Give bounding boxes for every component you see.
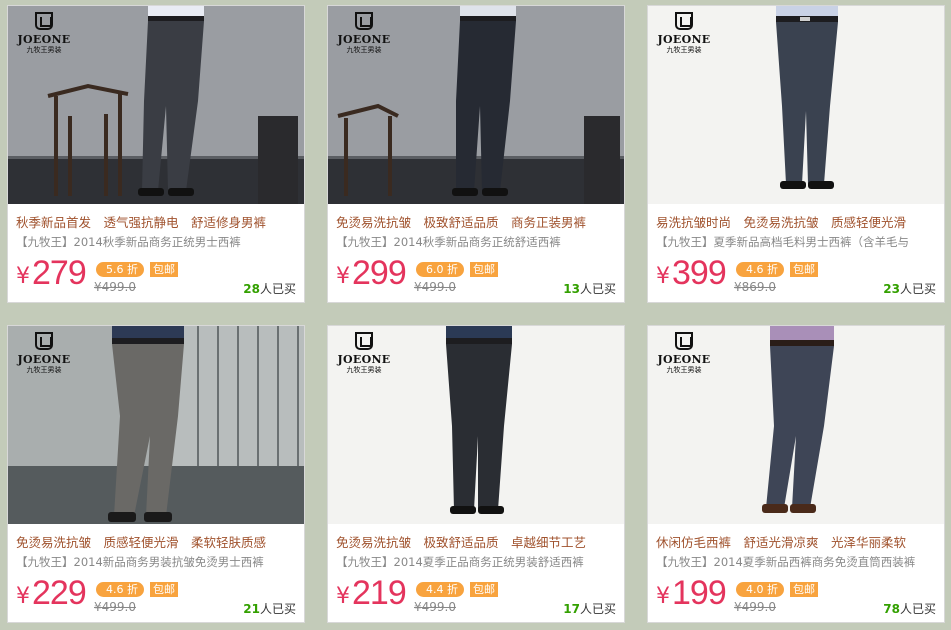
original-price: ¥499.0 xyxy=(414,600,456,614)
sold-count: 13 xyxy=(563,282,580,296)
product-photo[interactable]: JOEONE 九牧王男装 xyxy=(8,6,304,204)
brand-logo: JOEONE 九牧王男装 xyxy=(334,12,394,54)
brand-mark-icon xyxy=(35,332,53,350)
sold-info: 23人已买 xyxy=(883,280,936,297)
free-shipping-badge: 包邮 xyxy=(150,262,178,277)
product-photo[interactable]: JOEONE 九牧王男装 xyxy=(648,326,944,524)
product-price: 199 xyxy=(672,574,727,612)
product-photo[interactable]: JOEONE 九牧王男装 xyxy=(328,326,624,524)
original-price: ¥499.0 xyxy=(734,600,776,614)
brand-name: JOEONE xyxy=(657,33,711,46)
discount-badge: 4.4 折 xyxy=(416,582,464,597)
sold-suffix: 人已买 xyxy=(259,282,296,296)
free-shipping-badge: 包邮 xyxy=(470,262,498,277)
product-features[interactable]: 秋季新品首发 透气强抗静电 舒适修身男裤 xyxy=(16,212,300,231)
currency-symbol: ¥ xyxy=(16,264,30,289)
free-shipping-badge: 包邮 xyxy=(470,582,498,597)
brand-name: JOEONE xyxy=(337,33,391,46)
brand-name: JOEONE xyxy=(17,353,71,366)
product-card[interactable]: JOEONE 九牧王男装 休闲仿毛西裤 舒适光滑凉爽 光泽华丽柔软 【九牧王】2… xyxy=(647,325,945,623)
brand-sub: 九牧王男装 xyxy=(26,366,62,374)
sold-info: 13人已买 xyxy=(563,280,616,297)
product-card[interactable]: JOEONE 九牧王男装 免烫易洗抗皱 极致舒适品质 卓越细节工艺 【九牧王】2… xyxy=(327,325,625,623)
product-card[interactable]: JOEONE 九牧王男装 免烫易洗抗皱 极致舒适品质 商务正装男裤 【九牧王】2… xyxy=(327,5,625,303)
currency-symbol: ¥ xyxy=(656,264,670,289)
sold-count: 17 xyxy=(563,602,580,616)
brand-sub: 九牧王男装 xyxy=(666,366,702,374)
brand-mark-icon xyxy=(675,12,693,30)
sold-info: 78人已买 xyxy=(883,600,936,617)
brand-sub: 九牧王男装 xyxy=(346,366,382,374)
product-title[interactable]: 【九牧王】2014夏季正品商务正统男装舒适西裤 xyxy=(336,554,620,570)
product-price: 399 xyxy=(672,254,727,292)
original-price: ¥499.0 xyxy=(94,280,136,294)
discount-badge: 4.0 折 xyxy=(736,582,784,597)
brand-mark-icon xyxy=(355,332,373,350)
currency-symbol: ¥ xyxy=(336,584,350,609)
sold-info: 28人已买 xyxy=(243,280,296,297)
product-features[interactable]: 休闲仿毛西裤 舒适光滑凉爽 光泽华丽柔软 xyxy=(656,532,940,551)
discount-badge: 4.6 折 xyxy=(96,582,144,597)
brand-name: JOEONE xyxy=(337,353,391,366)
product-title[interactable]: 【九牧王】2014秋季新品商务正统男士西裤 xyxy=(16,234,300,250)
product-features[interactable]: 免烫易洗抗皱 极致舒适品质 卓越细节工艺 xyxy=(336,532,620,551)
product-features[interactable]: 免烫易洗抗皱 质感轻便光滑 柔软轻肤质感 xyxy=(16,532,300,551)
product-photo[interactable]: JOEONE 九牧王男装 xyxy=(648,6,944,204)
product-price: 229 xyxy=(32,574,87,612)
product-price: 299 xyxy=(352,254,407,292)
original-price: ¥499.0 xyxy=(414,280,456,294)
sold-info: 17人已买 xyxy=(563,600,616,617)
product-features[interactable]: 免烫易洗抗皱 极致舒适品质 商务正装男裤 xyxy=(336,212,620,231)
product-title[interactable]: 【九牧王】2014新品商务男装抗皱免烫男士西裤 xyxy=(16,554,300,570)
sold-suffix: 人已买 xyxy=(899,282,936,296)
product-title[interactable]: 【九牧王】夏季新品高档毛料男士西裤（含羊毛与 xyxy=(656,234,940,250)
brand-logo: JOEONE 九牧王男装 xyxy=(14,12,74,54)
brand-sub: 九牧王男装 xyxy=(346,46,382,54)
brand-sub: 九牧王男装 xyxy=(26,46,62,54)
sold-count: 28 xyxy=(243,282,260,296)
product-card[interactable]: JOEONE 九牧王男装 易洗抗皱时尚 免烫易洗抗皱 质感轻便光滑 【九牧王】夏… xyxy=(647,5,945,303)
free-shipping-badge: 包邮 xyxy=(790,582,818,597)
currency-symbol: ¥ xyxy=(336,264,350,289)
product-photo[interactable]: JOEONE 九牧王男装 xyxy=(328,6,624,204)
sold-info: 21人已买 xyxy=(243,600,296,617)
product-card[interactable]: JOEONE 九牧王男装 秋季新品首发 透气强抗静电 舒适修身男裤 【九牧王】2… xyxy=(7,5,305,303)
brand-mark-icon xyxy=(675,332,693,350)
discount-badge: 4.6 折 xyxy=(736,262,784,277)
brand-name: JOEONE xyxy=(17,33,71,46)
brand-logo: JOEONE 九牧王男装 xyxy=(654,332,714,374)
product-price: 219 xyxy=(352,574,407,612)
discount-badge: 5.6 折 xyxy=(96,262,144,277)
product-card[interactable]: JOEONE 九牧王男装 免烫易洗抗皱 质感轻便光滑 柔软轻肤质感 【九牧王】2… xyxy=(7,325,305,623)
brand-mark-icon xyxy=(35,12,53,30)
sold-count: 23 xyxy=(883,282,900,296)
sold-suffix: 人已买 xyxy=(899,602,936,616)
discount-badge: 6.0 折 xyxy=(416,262,464,277)
original-price: ¥869.0 xyxy=(734,280,776,294)
product-photo[interactable]: JOEONE 九牧王男装 xyxy=(8,326,304,524)
sold-count: 78 xyxy=(883,602,900,616)
brand-name: JOEONE xyxy=(657,353,711,366)
sold-suffix: 人已买 xyxy=(259,602,296,616)
free-shipping-badge: 包邮 xyxy=(790,262,818,277)
free-shipping-badge: 包邮 xyxy=(150,582,178,597)
currency-symbol: ¥ xyxy=(16,584,30,609)
original-price: ¥499.0 xyxy=(94,600,136,614)
product-features[interactable]: 易洗抗皱时尚 免烫易洗抗皱 质感轻便光滑 xyxy=(656,212,940,231)
brand-logo: JOEONE 九牧王男装 xyxy=(14,332,74,374)
brand-mark-icon xyxy=(355,12,373,30)
currency-symbol: ¥ xyxy=(656,584,670,609)
brand-logo: JOEONE 九牧王男装 xyxy=(654,12,714,54)
product-title[interactable]: 【九牧王】2014夏季新品西裤商务免烫直筒西装裤 xyxy=(656,554,940,570)
brand-logo: JOEONE 九牧王男装 xyxy=(334,332,394,374)
sold-suffix: 人已买 xyxy=(579,602,616,616)
product-price: 279 xyxy=(32,254,87,292)
brand-sub: 九牧王男装 xyxy=(666,46,702,54)
sold-count: 21 xyxy=(243,602,260,616)
sold-suffix: 人已买 xyxy=(579,282,616,296)
product-title[interactable]: 【九牧王】2014秋季新品商务正统舒适西裤 xyxy=(336,234,620,250)
